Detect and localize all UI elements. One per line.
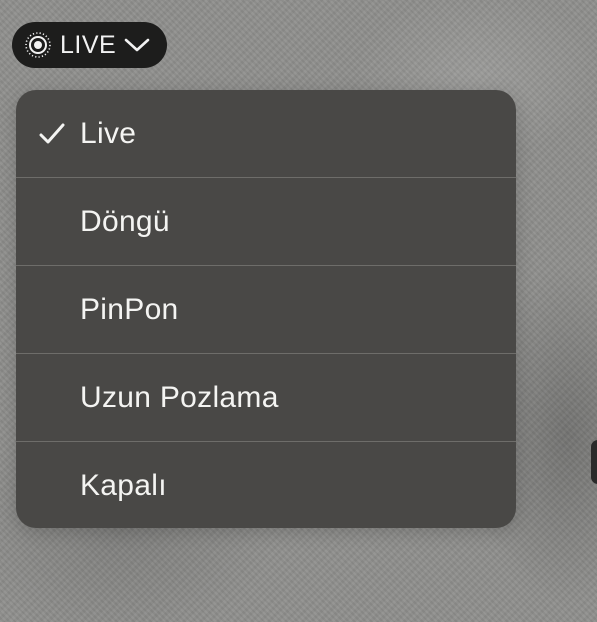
menu-item-long-exposure[interactable]: Uzun Pozlama xyxy=(16,354,516,442)
check-slot xyxy=(16,354,80,442)
check-slot xyxy=(16,442,80,528)
menu-item-label: Kapalı xyxy=(80,469,167,502)
menu-item-off[interactable]: Kapalı xyxy=(16,442,516,528)
menu-item-label: PinPon xyxy=(80,292,179,326)
menu-item-label: Live xyxy=(80,116,137,150)
menu-item-label: Uzun Pozlama xyxy=(80,380,279,414)
background-object xyxy=(591,440,597,484)
check-slot xyxy=(16,178,80,266)
check-slot xyxy=(16,266,80,354)
checkmark-icon xyxy=(39,123,65,145)
check-slot xyxy=(16,90,80,178)
live-photo-icon xyxy=(24,31,52,59)
live-mode-label: LIVE xyxy=(60,30,117,59)
menu-item-live[interactable]: Live xyxy=(16,90,516,178)
live-mode-button[interactable]: LIVE xyxy=(12,22,167,68)
menu-item-label: Döngü xyxy=(80,204,170,238)
menu-item-bounce[interactable]: PinPon xyxy=(16,266,516,354)
live-mode-menu: Live Döngü PinPon Uzun Pozlama Kapalı xyxy=(16,90,516,528)
menu-item-loop[interactable]: Döngü xyxy=(16,178,516,266)
chevron-down-icon xyxy=(124,37,150,53)
